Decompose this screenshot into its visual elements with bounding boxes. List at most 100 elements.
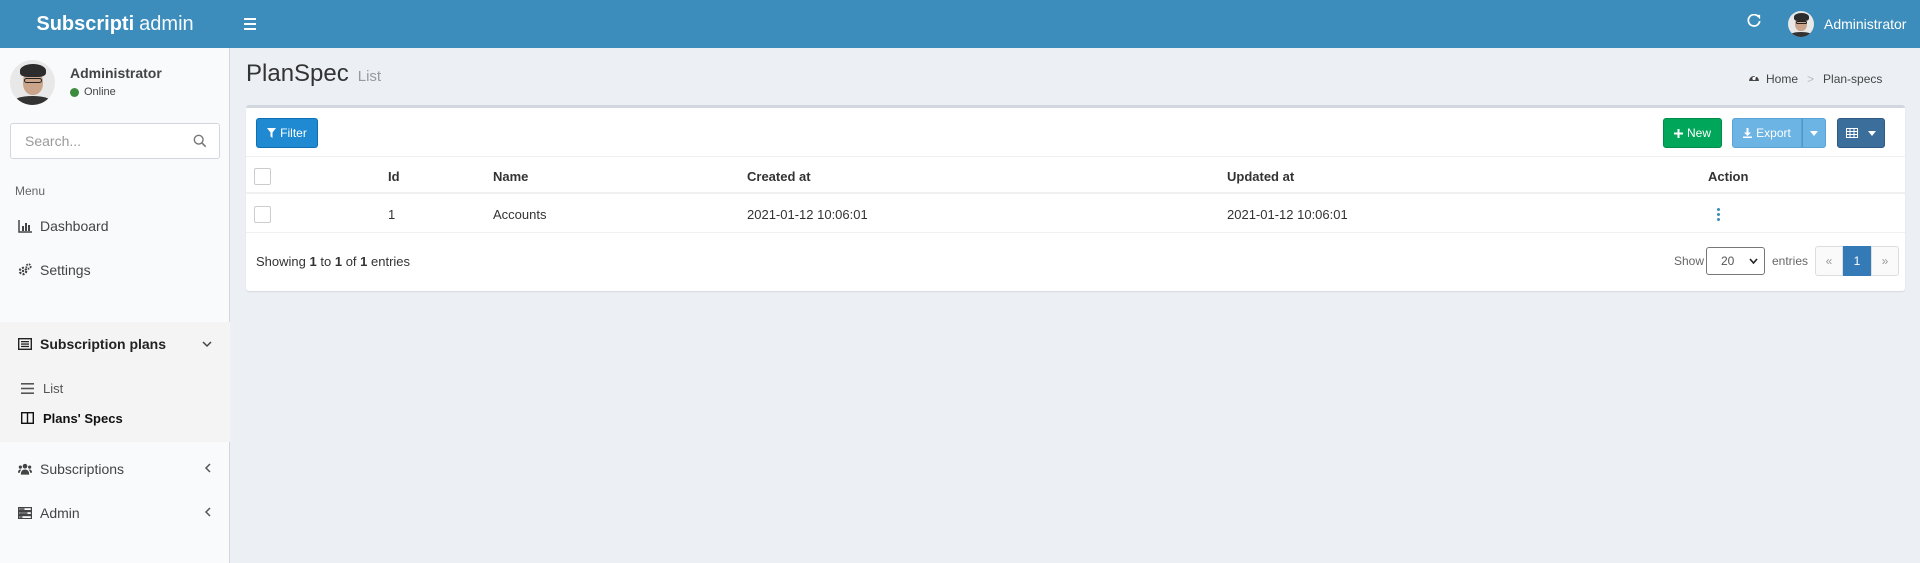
sidebar-item-subscriptions[interactable]: Subscriptions — [0, 447, 230, 491]
showing-prefix: Showing — [256, 254, 306, 269]
submenu-item-plans-specs[interactable]: Plans' Specs — [0, 403, 230, 433]
sidebar: Administrator Online Menu Dashboard Sett… — [0, 48, 230, 563]
submenu-item-label: Plans' Specs — [43, 410, 123, 426]
sidebar-item-dashboard[interactable]: Dashboard — [0, 204, 230, 248]
avatar — [1788, 11, 1814, 37]
chevron-left-icon — [204, 462, 212, 476]
avatar — [10, 60, 55, 105]
dashboard-icon — [1748, 72, 1760, 86]
user-status: Online — [70, 86, 116, 98]
column-header-action: Action — [1708, 168, 1749, 184]
row-select-cell — [254, 195, 271, 233]
row-action-cell — [1713, 195, 1724, 233]
per-page-value: 20 — [1721, 254, 1735, 268]
new-label: New — [1686, 126, 1711, 140]
sidebar-item-settings[interactable]: Settings — [0, 248, 230, 292]
select-all-checkbox[interactable] — [254, 167, 271, 185]
showing-of-word: of — [345, 254, 357, 269]
submenu-subscription-plans: List Plans' Specs — [0, 366, 230, 442]
row-checkbox[interactable] — [254, 205, 271, 223]
caret-down-icon — [1810, 130, 1818, 136]
filter-button[interactable]: Filter — [256, 118, 318, 148]
column-header-name[interactable]: Name — [493, 157, 528, 195]
showing-entries-word: entries — [371, 254, 411, 269]
breadcrumb-current: Plan-specs — [1823, 72, 1883, 86]
columns-selector-button[interactable] — [1837, 118, 1885, 148]
column-header-created-at[interactable]: Created at — [747, 157, 811, 195]
list-box: Filter New Export Id Name Created at Upd… — [246, 105, 1905, 291]
sidebar-item-subscription-plans[interactable]: Subscription plans — [0, 322, 230, 366]
filter-icon — [267, 128, 277, 138]
cell-created-at: 2021-01-12 10:06:01 — [747, 206, 868, 222]
brand-suffix: admin — [139, 12, 194, 35]
users-icon — [18, 462, 32, 476]
show-label: Show — [1674, 254, 1705, 268]
page-subtitle: List — [357, 68, 382, 85]
showing-entries-text: Showing 1 to 1 of 1 entries — [256, 254, 410, 269]
search-icon — [193, 134, 207, 148]
per-page-select[interactable]: 20 — [1706, 247, 1765, 275]
pagination-prev[interactable]: « — [1815, 246, 1843, 276]
entries-label: entries — [1772, 254, 1809, 268]
content-header: PlanSpec List — [246, 60, 381, 92]
export-button[interactable]: Export — [1732, 118, 1802, 148]
sidebar-item-label: Admin — [40, 505, 80, 521]
user-menu[interactable]: Administrator — [1788, 10, 1906, 38]
breadcrumb-home[interactable]: Home — [1766, 72, 1798, 86]
cell-id: 1 — [388, 206, 396, 222]
list-alt-icon — [18, 337, 32, 351]
hamburger-icon[interactable] — [244, 15, 258, 33]
gears-icon — [18, 263, 32, 277]
showing-to-word: to — [320, 254, 332, 269]
chevron-down-icon — [1749, 258, 1758, 264]
caret-down-icon — [1868, 130, 1876, 136]
page-title: PlanSpec — [246, 60, 349, 87]
sidebar-item-admin[interactable]: Admin — [0, 491, 230, 535]
online-dot-icon — [70, 87, 79, 97]
showing-to: 1 — [334, 254, 343, 269]
menu-header: Menu — [15, 184, 46, 198]
bars-icon — [20, 381, 34, 395]
export-dropdown-toggle[interactable] — [1802, 118, 1826, 148]
chevron-down-icon — [202, 337, 212, 351]
sidebar-item-label: Subscription plans — [40, 336, 167, 352]
sidebar-user-name: Administrator — [70, 65, 162, 81]
top-navbar: Subscripti admin Administrator — [0, 0, 1920, 48]
search-input[interactable] — [11, 124, 181, 158]
breadcrumb-separator: > — [1807, 72, 1815, 86]
submenu-item-label: List — [43, 380, 64, 396]
search-button[interactable] — [181, 124, 219, 158]
sidebar-item-label: Dashboard — [40, 218, 109, 234]
brand-logo[interactable]: Subscripti admin — [0, 0, 230, 48]
download-icon — [1743, 128, 1753, 138]
breadcrumb: Home > Plan-specs — [1748, 72, 1882, 86]
sidebar-user-panel: Administrator Online — [10, 60, 220, 106]
chevron-left-icon — [204, 506, 212, 520]
user-status-text: Online — [84, 86, 116, 98]
pagination-page-1[interactable]: 1 — [1843, 246, 1871, 276]
select-all-cell — [254, 157, 271, 195]
table-header-row: Id Name Created at Updated at Action — [246, 156, 1905, 194]
sidebar-item-label: Settings — [40, 262, 91, 278]
user-menu-name: Administrator — [1824, 16, 1907, 32]
column-header-id[interactable]: Id — [388, 157, 400, 195]
bar-chart-icon — [18, 219, 32, 233]
sidebar-item-label: Subscriptions — [40, 461, 125, 477]
filter-label: Filter — [280, 126, 307, 140]
plus-icon — [1673, 128, 1683, 138]
export-label: Export — [1756, 126, 1791, 140]
table-row: 1 Accounts 2021-01-12 10:06:01 2021-01-1… — [246, 195, 1905, 233]
submenu-item-list[interactable]: List — [0, 373, 230, 403]
refresh-icon[interactable] — [1745, 13, 1763, 32]
cell-name: Accounts — [493, 206, 547, 222]
row-actions-menu-icon[interactable] — [1713, 206, 1724, 223]
tasks-icon — [18, 506, 32, 520]
columns-icon — [20, 411, 34, 425]
new-button[interactable]: New — [1663, 118, 1722, 148]
table-icon — [1846, 128, 1858, 138]
column-header-updated-at[interactable]: Updated at — [1227, 157, 1294, 195]
showing-from: 1 — [309, 254, 317, 269]
showing-total: 1 — [360, 254, 368, 269]
brand-name: Subscripti — [36, 12, 135, 35]
pagination-next[interactable]: » — [1871, 246, 1899, 276]
